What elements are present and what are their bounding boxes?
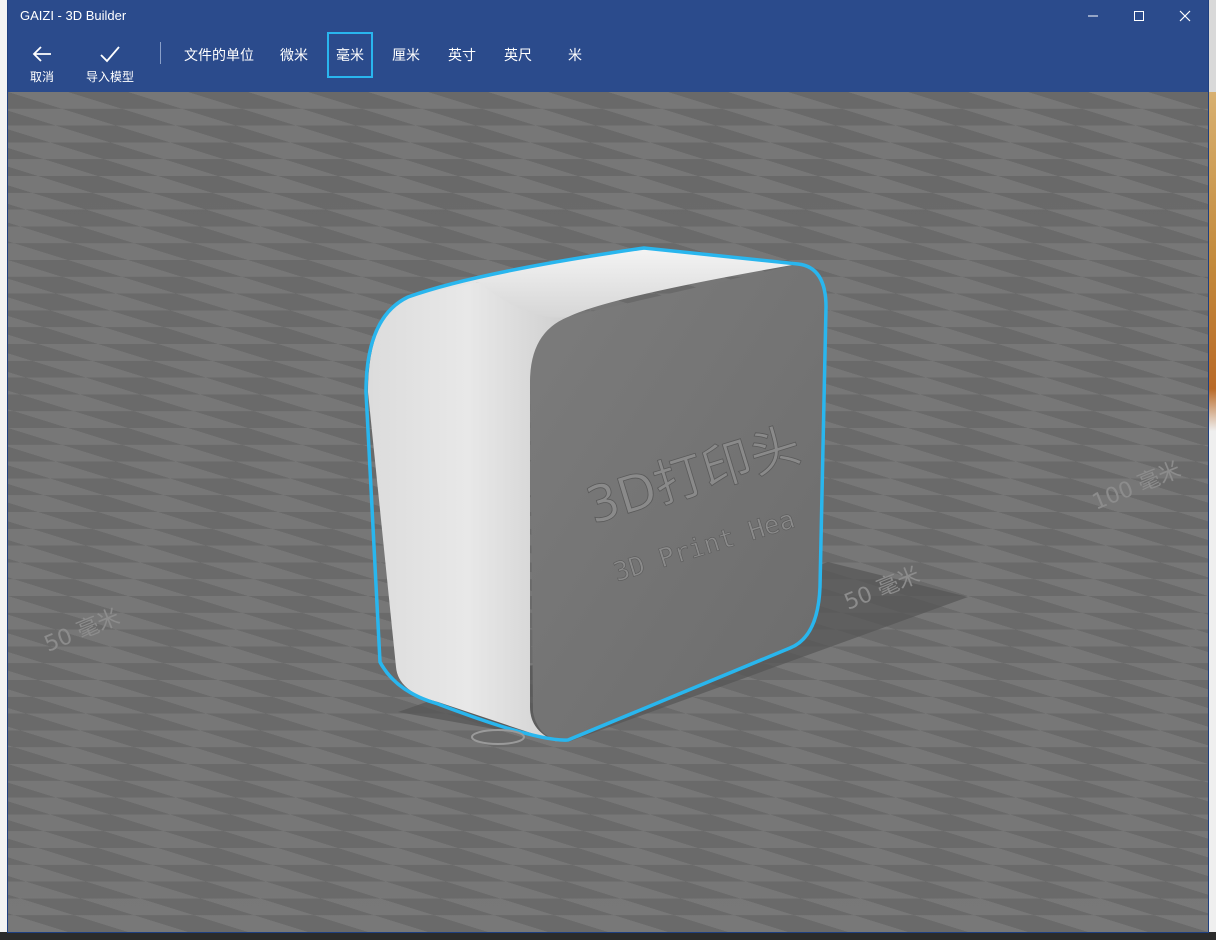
checkmark-icon [100,46,120,63]
cancel-label: 取消 [29,70,54,84]
cancel-button[interactable]: 取消 [22,32,62,92]
unit-centimeter[interactable]: 厘米 [392,46,420,66]
3d-viewport[interactable]: 3D打印头 3D Print Hea 50 毫米 50 毫米 100 毫米 [8,92,1208,932]
taskbar-strip [0,932,1216,940]
minimize-button[interactable] [1070,0,1116,32]
desktop-background-right [1208,92,1216,940]
close-button[interactable] [1162,0,1208,32]
import-model-label: 导入模型 [85,70,134,84]
units-heading: 文件的单位 [184,48,254,64]
arrow-left-icon [32,46,51,62]
toolbar: 取消 导入模型 文件的单位 微米 毫米 厘米 英寸 英尺 米 [8,32,1208,92]
toolbar-separator [160,42,161,64]
close-icon [1179,10,1191,22]
scene: 3D打印头 3D Print Hea 50 毫米 50 毫米 100 毫米 [8,92,1208,932]
unit-inch[interactable]: 英寸 [448,46,476,66]
window-title: GAIZI - 3D Builder [20,8,127,23]
unit-meter[interactable]: 米 [568,46,582,66]
unit-foot[interactable]: 英尺 [504,46,532,66]
unit-millimeter[interactable]: 毫米 [336,46,364,66]
import-model-button[interactable]: 导入模型 [80,32,140,92]
minimize-icon [1088,15,1098,17]
app-window: GAIZI - 3D Builder 取消 导入模型 文件的单位 微米 毫米 厘… [8,0,1208,932]
maximize-icon [1134,11,1144,21]
title-bar: GAIZI - 3D Builder [8,0,1208,32]
unit-micrometer[interactable]: 微米 [280,46,308,66]
maximize-button[interactable] [1116,0,1162,32]
